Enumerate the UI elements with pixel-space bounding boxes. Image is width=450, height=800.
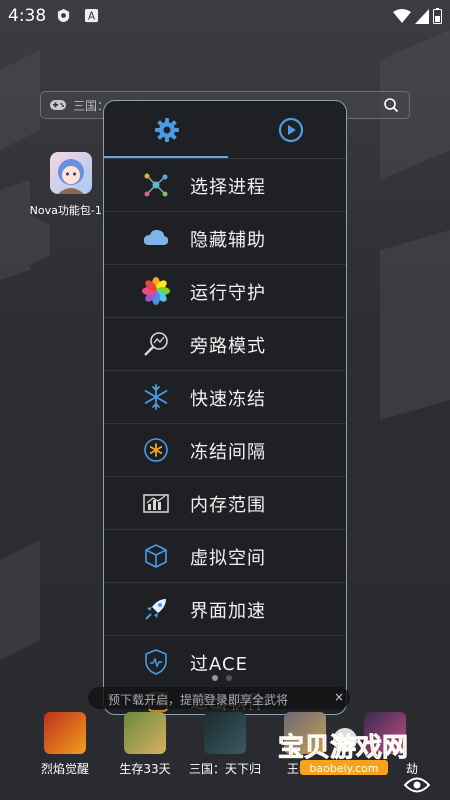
page-indicator: [212, 675, 232, 681]
menu-item-memory-range[interactable]: 内存范围: [104, 477, 346, 530]
nova-app-icon: [50, 152, 92, 194]
notice-close-button[interactable]: ×: [334, 690, 344, 704]
battery-icon: [433, 8, 442, 24]
menu-item-bypass-mode[interactable]: 旁路模式: [104, 318, 346, 371]
menu-item-label: 选择进程: [190, 177, 266, 198]
floating-menu: 选择进程 隐藏辅助 运行守护 旁路模式 快速冻结 冻结间隔 内存范围 虚拟空间 …: [103, 100, 347, 715]
cloud-icon: [143, 229, 169, 245]
menu-item-label: 冻结间隔: [190, 442, 266, 463]
flower-icon: [142, 277, 170, 305]
watermark-url: baobeiy.com: [309, 762, 378, 775]
rocket-icon: [145, 599, 166, 620]
settings-gear-icon[interactable]: [154, 117, 180, 143]
dock-app-label: 烈焰觉醒: [40, 762, 89, 776]
notice-banner: 预下载开启，提前登录即享全武将 ×: [88, 687, 350, 709]
magnifier-chart-icon: [144, 332, 168, 356]
menu-item-label: 内存范围: [190, 495, 266, 516]
notice-text: 预下载开启，提前登录即享全武将: [108, 693, 289, 707]
watermark: 宝贝游戏网 baobeiy.com: [278, 728, 408, 775]
menu-item-label: 运行守护: [190, 283, 266, 304]
menu-item-quick-freeze[interactable]: 快速冻结: [104, 371, 346, 424]
svg-text:A: A: [88, 11, 95, 23]
menu-item-bypass-ace[interactable]: 过ACE: [104, 636, 346, 689]
dock-app-label: 生存33天: [119, 762, 171, 776]
menu-item-label: 虚拟空间: [190, 548, 266, 569]
dock-app-1[interactable]: 生存33天: [102, 712, 188, 777]
menu-item-label: 快速冻结: [190, 389, 266, 410]
game-app-icon: [124, 712, 166, 754]
shield-icon: [145, 649, 167, 675]
wifi-icon: [393, 8, 411, 23]
dock-app-2[interactable]: 三国：天下归: [182, 712, 268, 777]
menu-item-run-guard[interactable]: 运行守护: [104, 265, 346, 318]
menu-tabs: [104, 101, 346, 159]
signal-icon: [415, 8, 429, 24]
status-time: 4:38: [8, 6, 47, 26]
search-icon[interactable]: [383, 97, 399, 113]
menu-item-virtual-space[interactable]: 虚拟空间: [104, 530, 346, 583]
dock-app-label: 三国：天下归: [188, 762, 261, 776]
game-app-icon: [44, 712, 86, 754]
watermark-title: 宝贝游戏网: [278, 732, 408, 763]
dock-app-0[interactable]: 烈焰觉醒: [22, 712, 108, 777]
menu-item-label: 隐藏辅助: [190, 230, 266, 251]
notification-a-icon: A: [84, 8, 99, 23]
chart-icon: [143, 494, 169, 513]
gamepad-icon: [50, 100, 66, 110]
snowflake-icon: [144, 384, 168, 410]
status-bar: 4:38 A: [0, 0, 450, 32]
menu-item-ui-accelerate[interactable]: 界面加速: [104, 583, 346, 636]
process-icon: [144, 173, 168, 197]
app-shield-icon: [57, 8, 70, 23]
menu-item-label: 界面加速: [190, 601, 266, 622]
play-circle-icon[interactable]: [278, 117, 304, 143]
game-app-icon: [204, 712, 246, 754]
menu-item-select-process[interactable]: 选择进程: [104, 159, 346, 212]
menu-item-freeze-interval[interactable]: 冻结间隔: [104, 424, 346, 477]
eye-icon[interactable]: [404, 776, 430, 794]
menu-item-label: 过ACE: [190, 654, 248, 675]
menu-item-label: 旁路模式: [190, 336, 266, 357]
snowflake-circle-icon: [144, 438, 168, 462]
menu-item-hide-assist[interactable]: 隐藏辅助: [104, 212, 346, 265]
cube-icon: [145, 544, 167, 568]
